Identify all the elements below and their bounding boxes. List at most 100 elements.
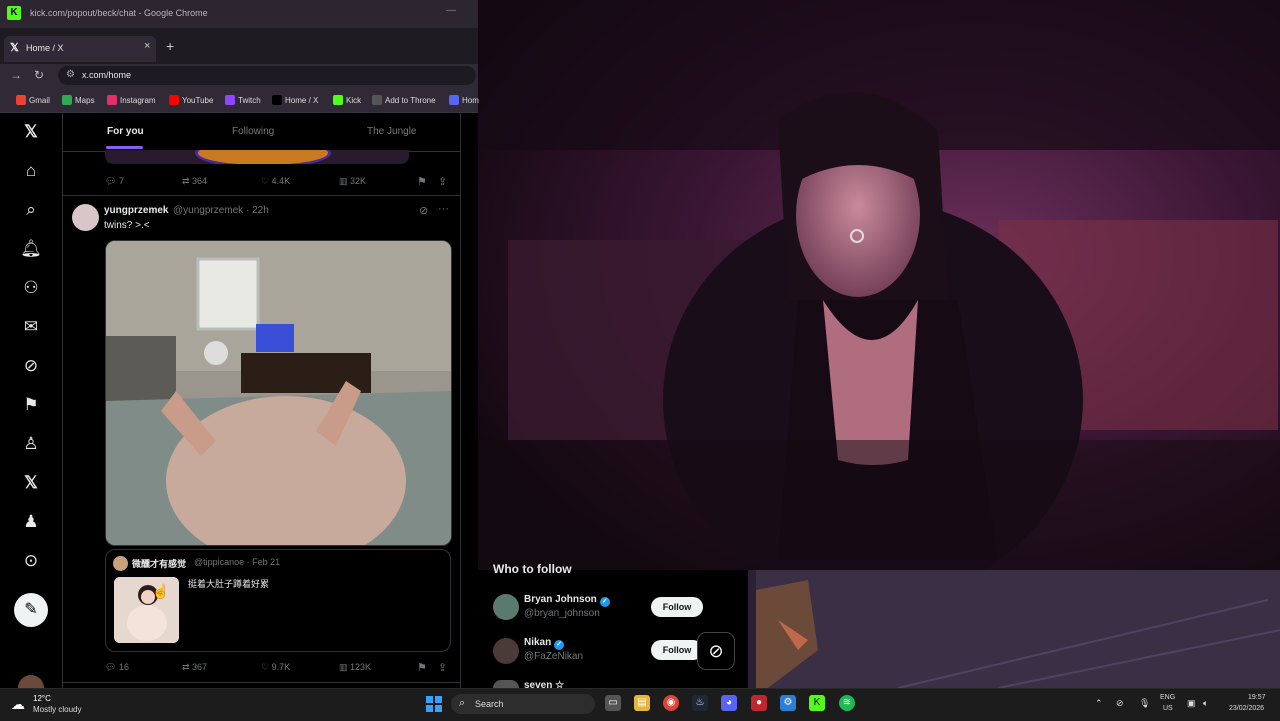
- user-name[interactable]: Bryan Johnson ✓: [524, 594, 610, 607]
- game-scene: [748, 570, 1280, 688]
- bookmark-twitch[interactable]: Twitch: [225, 95, 261, 105]
- avatar[interactable]: [72, 204, 99, 231]
- tab-home-x[interactable]: 𝕏 Home / X ×: [4, 36, 156, 62]
- network-off-icon[interactable]: ⊘: [1116, 698, 1124, 709]
- reload-icon[interactable]: ↻: [34, 68, 44, 82]
- premium-icon[interactable]: 𝕏: [20, 472, 42, 494]
- bookmark-gmail[interactable]: Gmail: [16, 95, 50, 105]
- x-logo-icon[interactable]: 𝕏: [20, 121, 42, 143]
- profile-icon[interactable]: ♟: [20, 511, 42, 533]
- user-name[interactable]: Nikan ✓: [524, 637, 565, 650]
- avatar[interactable]: [493, 594, 519, 620]
- like-button[interactable]: ♡ 4.4K: [261, 176, 290, 187]
- spotify-icon[interactable]: ≋: [839, 695, 855, 711]
- tab-for-you[interactable]: For you: [107, 126, 144, 137]
- views-count: 32K: [350, 176, 367, 186]
- follow-button[interactable]: Follow: [651, 640, 703, 660]
- address-bar[interactable]: ⚙ x.com/home: [58, 66, 476, 85]
- start-tile: [426, 705, 433, 712]
- file-explorer-icon[interactable]: ▤: [634, 695, 650, 711]
- new-tab-icon[interactable]: +: [166, 38, 174, 54]
- notifications-icon[interactable]: 🔔︎: [20, 238, 42, 260]
- taskbar-search[interactable]: ⌕ Search: [451, 694, 595, 714]
- weather-icon[interactable]: ☁: [11, 696, 25, 713]
- close-icon[interactable]: ×: [144, 40, 150, 52]
- volume-icon[interactable]: 🔈︎: [1203, 698, 1208, 709]
- steam-icon[interactable]: ♨: [692, 695, 708, 711]
- avatar[interactable]: [113, 556, 128, 571]
- microphone-icon[interactable]: 🎙︎: [1139, 698, 1150, 709]
- reply-button[interactable]: 💬︎ 7: [105, 176, 124, 187]
- bookmark-icon[interactable]: ⚑: [417, 175, 427, 188]
- more-options-icon[interactable]: ···: [438, 203, 449, 215]
- tab-the-jungle[interactable]: The Jungle: [367, 126, 416, 137]
- clock-time[interactable]: 19:57: [1248, 694, 1266, 701]
- share-icon[interactable]: ⇪: [438, 175, 447, 188]
- bookmark-kick[interactable]: Kick: [333, 95, 361, 105]
- views-button[interactable]: ▥ 32K: [339, 176, 366, 187]
- reply-button[interactable]: 💬︎ 16: [105, 662, 129, 673]
- grok-icon[interactable]: ⊘: [20, 355, 42, 377]
- site-info-icon[interactable]: ⚙: [66, 69, 75, 80]
- jobs-icon[interactable]: ♙: [20, 433, 42, 455]
- reply-count: 16: [118, 662, 129, 672]
- bookmark-maps[interactable]: Maps: [62, 95, 95, 105]
- display-icon[interactable]: ▣: [1187, 698, 1196, 709]
- weather-temp[interactable]: 12°C: [33, 694, 51, 703]
- tab-following[interactable]: Following: [232, 126, 274, 137]
- language-code[interactable]: ENG: [1160, 694, 1175, 701]
- post-author-name[interactable]: yungprzemek: [104, 205, 168, 216]
- follow-icon[interactable]: ⚇: [20, 277, 42, 299]
- minimize-icon[interactable]: —: [446, 5, 456, 16]
- views-button[interactable]: ▥ 123K: [339, 662, 371, 673]
- like-button[interactable]: ♡ 9.7K: [261, 662, 290, 673]
- user-name[interactable]: seven ☆: [524, 680, 564, 688]
- follow-button[interactable]: Follow: [651, 597, 703, 617]
- repost-button[interactable]: ⇄ 367: [182, 662, 207, 673]
- app-icon[interactable]: ⚙: [780, 695, 796, 711]
- avatar[interactable]: [493, 680, 519, 688]
- messages-icon[interactable]: ✉: [20, 316, 42, 338]
- bookmark-icon[interactable]: ⚑: [417, 661, 427, 674]
- bookmark-instagram[interactable]: Instagram: [107, 95, 156, 105]
- stream-video-frame: [478, 0, 1280, 570]
- like-count: 9.7K: [271, 662, 291, 672]
- quote-author-handle[interactable]: @tippicanoe · Feb 21: [194, 557, 280, 567]
- start-tile: [435, 696, 442, 703]
- compose-icon[interactable]: ✎: [14, 593, 48, 627]
- bookmark-label: Hom: [462, 96, 479, 105]
- start-icon[interactable]: [426, 696, 442, 712]
- chrome-icon[interactable]: ◉: [663, 695, 679, 711]
- bookmark-home-x[interactable]: Home / X: [272, 95, 318, 105]
- avatar[interactable]: [493, 638, 519, 664]
- start-tile: [435, 705, 442, 712]
- share-icon[interactable]: ⇪: [438, 661, 447, 674]
- home-icon[interactable]: ⌂: [20, 160, 42, 182]
- forward-icon[interactable]: →: [10, 68, 22, 82]
- grok-icon[interactable]: ⊘: [697, 632, 735, 670]
- kick-icon[interactable]: K: [809, 695, 825, 711]
- search-icon[interactable]: ⌕: [20, 199, 42, 221]
- bookmark-hom[interactable]: Hom: [449, 95, 479, 105]
- start-tile: [426, 696, 433, 703]
- post-image-content: [106, 241, 451, 545]
- task-view-icon[interactable]: ▭: [605, 695, 621, 711]
- post-author-handle[interactable]: @yungprzemek · 22h: [173, 205, 269, 216]
- clock-date[interactable]: 23/02/2026: [1229, 705, 1264, 712]
- bookmark-youtube[interactable]: YouTube: [169, 95, 213, 105]
- post-image[interactable]: [105, 240, 452, 546]
- more-icon[interactable]: ⊙: [20, 550, 42, 572]
- repost-button[interactable]: ⇄ 364: [182, 176, 207, 187]
- bookmark-add-to-throne[interactable]: Add to Throne: [372, 95, 436, 105]
- grok-icon[interactable]: ⊘: [419, 204, 428, 217]
- language-region[interactable]: US: [1163, 705, 1173, 712]
- discord-icon[interactable]: ◕: [721, 695, 737, 711]
- bookmarks-icon[interactable]: ⚑: [20, 394, 42, 416]
- weather-desc[interactable]: Mostly cloudy: [33, 705, 81, 714]
- window-title: kick.com/popout/beck/chat - Google Chrom…: [30, 8, 208, 18]
- recorder-icon[interactable]: ●: [751, 695, 767, 711]
- previous-post-media[interactable]: [105, 150, 409, 164]
- who-to-follow-title: Who to follow: [493, 562, 572, 576]
- quote-author-name[interactable]: 微醺才有感觉: [132, 557, 186, 570]
- chevron-up-icon[interactable]: ⌃: [1095, 698, 1103, 709]
